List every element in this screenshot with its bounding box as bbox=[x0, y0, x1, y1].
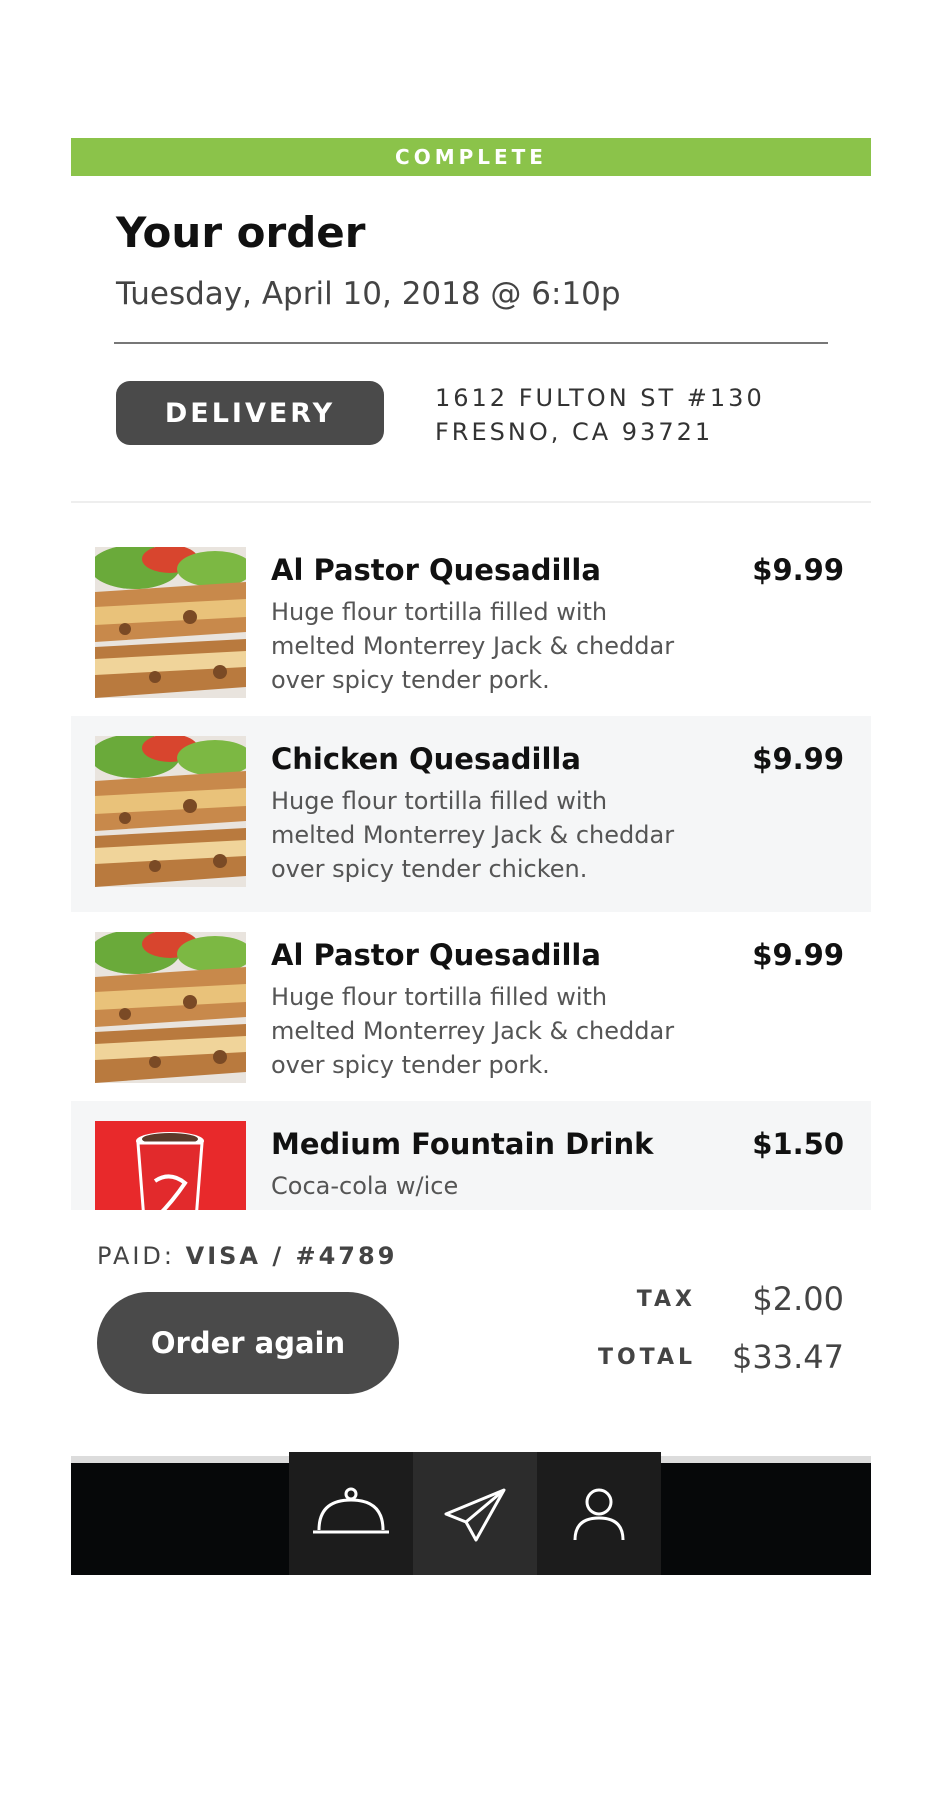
item-description-line: melted Monterrey Jack & cheddar bbox=[271, 1017, 675, 1045]
item-description-line: over spicy tender pork. bbox=[271, 666, 550, 694]
item-description-line: over spicy tender chicken. bbox=[271, 855, 588, 883]
item-name: Al Pastor Quesadilla bbox=[271, 553, 601, 587]
total-label: TOTAL bbox=[597, 1344, 696, 1370]
payment-info: PAID: VISA / #4789 bbox=[97, 1242, 397, 1270]
tax-label: TAX bbox=[636, 1286, 696, 1312]
item-name: Chicken Quesadilla bbox=[271, 742, 581, 776]
order-screen: COMPLETE Your order Tuesday, April 10, 2… bbox=[71, 138, 871, 1575]
food-cloche-icon bbox=[313, 1487, 389, 1533]
total-row: TOTAL $33.47 bbox=[598, 1328, 844, 1386]
order-summary-footer: PAID: VISA / #4789 Order again TAX $2.00… bbox=[71, 1210, 871, 1450]
user-profile-icon bbox=[573, 1488, 625, 1540]
tab-profile[interactable] bbox=[537, 1452, 661, 1575]
payment-label: PAID: bbox=[97, 1242, 175, 1270]
payment-method: VISA / #4789 bbox=[185, 1242, 398, 1270]
quesadilla-photo bbox=[95, 736, 246, 887]
item-description: Huge flour tortilla filled with melted M… bbox=[271, 980, 711, 1082]
item-description-line: Coca-cola w/ice bbox=[271, 1172, 459, 1200]
tax-row: TAX $2.00 bbox=[598, 1270, 844, 1328]
item-price: $9.99 bbox=[752, 742, 844, 776]
order-totals: TAX $2.00 TOTAL $33.47 bbox=[598, 1270, 844, 1386]
order-item[interactable]: Chicken Quesadilla $9.99 Huge flour tort… bbox=[71, 716, 871, 912]
item-description: Huge flour tortilla filled with melted M… bbox=[271, 784, 711, 886]
order-item[interactable]: Al Pastor Quesadilla $9.99 Huge flour to… bbox=[71, 912, 871, 1101]
tax-value: $2.00 bbox=[752, 1280, 844, 1318]
item-price: $1.50 bbox=[752, 1127, 844, 1161]
total-value: $33.47 bbox=[732, 1338, 844, 1376]
status-banner: COMPLETE bbox=[71, 138, 871, 176]
item-description-line: Huge flour tortilla filled with bbox=[271, 983, 608, 1011]
item-price: $9.99 bbox=[752, 553, 844, 587]
delivery-address: 1612 FULTON ST #130 FRESNO, CA 93721 bbox=[435, 381, 765, 449]
item-description-line: melted Monterrey Jack & cheddar bbox=[271, 632, 675, 660]
delivery-method-badge[interactable]: DELIVERY bbox=[116, 381, 384, 445]
page-title: Your order bbox=[116, 208, 366, 257]
header-divider bbox=[114, 342, 828, 344]
send-paper-plane-icon bbox=[444, 1488, 506, 1541]
address-line-2: FRESNO, CA 93721 bbox=[435, 418, 714, 446]
tab-send[interactable] bbox=[413, 1452, 537, 1575]
order-again-button[interactable]: Order again bbox=[97, 1292, 399, 1394]
item-description: Coca-cola w/ice bbox=[271, 1169, 711, 1203]
item-description: Huge flour tortilla filled with melted M… bbox=[271, 595, 711, 697]
order-datetime: Tuesday, April 10, 2018 @ 6:10p bbox=[116, 276, 621, 312]
item-description-line: Huge flour tortilla filled with bbox=[271, 787, 608, 815]
order-item[interactable]: Al Pastor Quesadilla $9.99 Huge flour to… bbox=[71, 527, 871, 716]
item-description-line: melted Monterrey Jack & cheddar bbox=[271, 821, 675, 849]
quesadilla-photo bbox=[95, 932, 246, 1083]
quesadilla-photo bbox=[95, 547, 246, 698]
status-label: COMPLETE bbox=[395, 145, 547, 169]
tab-menu[interactable] bbox=[289, 1452, 413, 1575]
section-divider bbox=[71, 501, 871, 503]
item-price: $9.99 bbox=[752, 938, 844, 972]
item-description-line: Huge flour tortilla filled with bbox=[271, 598, 608, 626]
item-name: Al Pastor Quesadilla bbox=[271, 938, 601, 972]
address-line-1: 1612 FULTON ST #130 bbox=[435, 384, 765, 412]
item-name: Medium Fountain Drink bbox=[271, 1127, 654, 1161]
item-description-line: over spicy tender pork. bbox=[271, 1051, 550, 1079]
